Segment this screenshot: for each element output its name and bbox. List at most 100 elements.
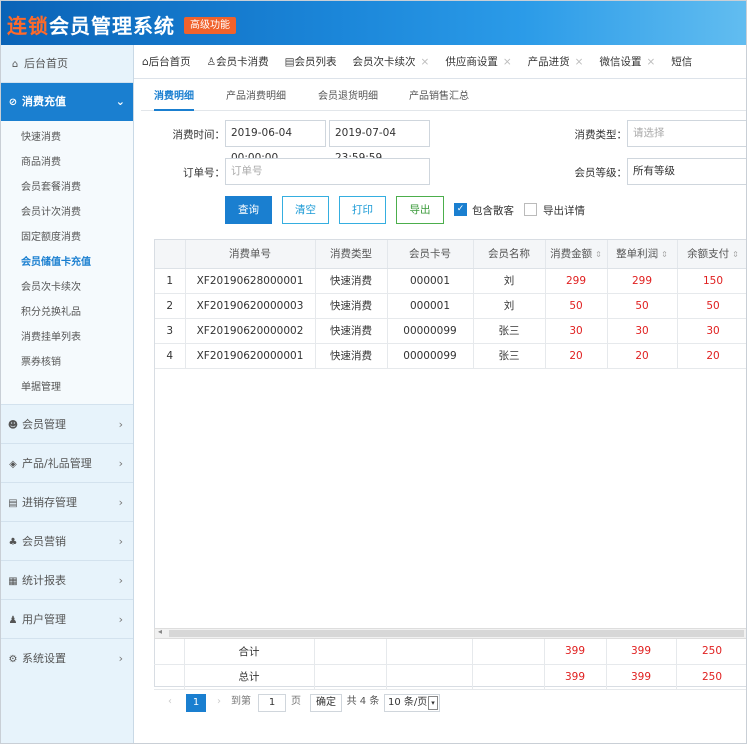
table-cell: 00000099: [387, 343, 474, 369]
column-header[interactable]: 会员名称: [473, 240, 546, 269]
sidebar-subitem[interactable]: 积分兑换礼品: [1, 300, 133, 325]
member-level-select[interactable]: 所有等级: [627, 158, 746, 185]
column-header[interactable]: 会员卡号: [387, 240, 474, 269]
top-tab[interactable]: ▤会员列表: [277, 45, 345, 78]
clear-button[interactable]: 清空: [282, 196, 329, 224]
start-time-field[interactable]: 2019-06-04 00:00:00: [225, 120, 326, 164]
horizontal-scrollbar[interactable]: ◂: [154, 627, 746, 639]
sidebar-group[interactable]: ◈ 产品/礼品管理 ›: [1, 443, 133, 482]
sidebar-group-consume-recharge[interactable]: ⊘ 消费充值 ⌄: [1, 83, 133, 121]
order-no-input[interactable]: 订单号: [225, 158, 430, 185]
sidebar-subitem[interactable]: 票券核销: [1, 350, 133, 375]
table-cell: 快速消费: [315, 343, 388, 369]
sidebar-group[interactable]: ♟ 用户管理 ›: [1, 599, 133, 638]
totals-label: 总计: [184, 664, 315, 690]
subtab-product-sales-summary[interactable]: 产品销售汇总: [409, 85, 469, 111]
column-header[interactable]: 整单利润 ⇕: [607, 240, 678, 269]
sidebar-subitem[interactable]: 消费挂单列表: [1, 325, 133, 350]
sort-icon[interactable]: ⇕: [732, 250, 739, 259]
pro-feature-badge[interactable]: 高级功能: [184, 17, 236, 34]
export-button[interactable]: 导出: [396, 196, 444, 224]
table-cell: 30: [607, 318, 678, 344]
sort-icon[interactable]: ⇕: [595, 250, 602, 259]
list-icon: ▤: [284, 56, 295, 68]
sidebar-group[interactable]: ♣ 会员营销 ›: [1, 521, 133, 560]
page-size-select[interactable]: 10 条/页 ▾: [384, 694, 440, 712]
sidebar-subitem[interactable]: 商品消费: [1, 150, 133, 175]
sidebar-subitem[interactable]: 会员次卡续次: [1, 275, 133, 300]
top-tab[interactable]: 产品进货 ×: [520, 45, 592, 78]
include-guest-checkbox[interactable]: ✓: [454, 203, 467, 216]
scroll-left-icon[interactable]: ◂: [158, 627, 162, 636]
top-tab-label: 供应商设置: [445, 56, 498, 68]
export-detail-label: 导出详情: [543, 205, 585, 217]
column-header[interactable]: 余额支付 ⇕: [677, 240, 746, 269]
home-icon: ⌂: [11, 59, 19, 70]
top-tab-label: 会员卡消费: [216, 56, 269, 68]
totals-value: 399: [544, 639, 607, 665]
page-number-current[interactable]: 1: [186, 694, 206, 712]
user-admin-icon: ♟: [8, 615, 18, 626]
scrollbar-thumb[interactable]: [169, 630, 744, 637]
sidebar-group[interactable]: ▦ 统计报表 ›: [1, 560, 133, 599]
table-cell: 20: [607, 343, 678, 369]
subtab-member-return-detail[interactable]: 会员退货明细: [318, 85, 378, 111]
sidebar: ⌂ 后台首页 ⊘ 消费充值 ⌄ 快速消费 商品消费 会员套餐消费 会员计次消费 固定额度消费…: [1, 45, 134, 743]
sidebar-item-home[interactable]: ⌂ 后台首页: [1, 45, 133, 83]
top-tab[interactable]: 会员次卡续次 ×: [345, 45, 438, 78]
app-header: 连锁会员管理系统 高级功能: [1, 1, 746, 45]
sidebar-subitem[interactable]: 会员套餐消费: [1, 175, 133, 200]
consume-time-label: 消费时间：: [172, 129, 226, 141]
goto-page-input[interactable]: 1: [258, 694, 286, 712]
goto-confirm-button[interactable]: 确定: [310, 694, 342, 712]
table-row[interactable]: 4 XF20190620000001 快速消费 00000099 张三 20 20 20: [155, 343, 746, 369]
table-row[interactable]: 1 XF20190628000001 快速消费 000001 刘 299 299 150: [155, 268, 746, 294]
sidebar-group[interactable]: ▤ 进销存管理 ›: [1, 482, 133, 521]
sub-tab-bar: 消费明细 产品消费明细 会员退货明细 产品销售汇总: [141, 85, 746, 111]
subtab-product-consume-detail[interactable]: 产品消费明细: [226, 85, 286, 111]
top-tab[interactable]: 短信: [663, 45, 700, 78]
totals-value: 250: [676, 664, 746, 690]
sidebar-subitem[interactable]: 固定额度消费: [1, 225, 133, 250]
column-header[interactable]: 消费金额 ⇕: [545, 240, 608, 269]
close-icon[interactable]: ×: [646, 56, 655, 68]
table-row[interactable]: 3 XF20190620000002 快速消费 00000099 张三 30 30 30: [155, 318, 746, 344]
prev-page-icon[interactable]: ‹: [162, 694, 178, 712]
column-header[interactable]: [155, 240, 186, 269]
close-icon[interactable]: ×: [503, 56, 512, 68]
sidebar-subitem[interactable]: 会员储值卡充值: [1, 250, 133, 275]
sidebar-group[interactable]: ⚙ 系统设置 ›: [1, 638, 133, 677]
close-icon[interactable]: ×: [575, 56, 584, 68]
top-tab[interactable]: 供应商设置 ×: [437, 45, 519, 78]
print-button[interactable]: 打印: [339, 196, 386, 224]
sidebar-subitem[interactable]: 单据管理: [1, 375, 133, 400]
sidebar-subitem[interactable]: 快速消费: [1, 125, 133, 150]
top-tab-label: 微信设置: [599, 56, 642, 68]
end-time-field[interactable]: 2019-07-04 23:59:59: [329, 120, 430, 164]
inventory-icon: ▤: [8, 498, 18, 509]
table-cell: [314, 664, 387, 690]
column-header[interactable]: 消费单号: [185, 240, 316, 269]
gift-icon: ◈: [9, 459, 17, 470]
sort-icon[interactable]: ⇕: [661, 250, 668, 259]
top-tab[interactable]: 微信设置 ×: [591, 45, 663, 78]
top-tab[interactable]: ♙会员卡消费: [199, 45, 277, 78]
export-detail-checkbox[interactable]: [524, 203, 537, 216]
table-row[interactable]: 2 XF20190620000003 快速消费 000001 刘 50 50 50: [155, 293, 746, 319]
consume-type-select[interactable]: 请选择: [627, 120, 746, 147]
subtab-consume-detail[interactable]: 消费明细: [154, 85, 194, 111]
column-header[interactable]: 消费类型: [315, 240, 388, 269]
query-button[interactable]: 查询: [225, 196, 272, 224]
order-no-label: 订单号：: [183, 167, 225, 179]
next-page-icon[interactable]: ›: [212, 694, 226, 712]
column-header-label: 消费单号: [229, 248, 271, 261]
table-cell: 299: [545, 268, 608, 294]
page-unit-label: 页: [288, 694, 304, 712]
sidebar-group[interactable]: ☻ 会员管理 ›: [1, 404, 133, 443]
close-icon[interactable]: ×: [421, 56, 430, 68]
top-tab[interactable]: ⌂后台首页: [134, 45, 199, 78]
marketing-icon: ♣: [8, 537, 18, 548]
chevron-right-icon: ›: [118, 418, 123, 431]
sidebar-subitem[interactable]: 会员计次消费: [1, 200, 133, 225]
sidebar-group-label: 会员管理: [22, 418, 66, 431]
